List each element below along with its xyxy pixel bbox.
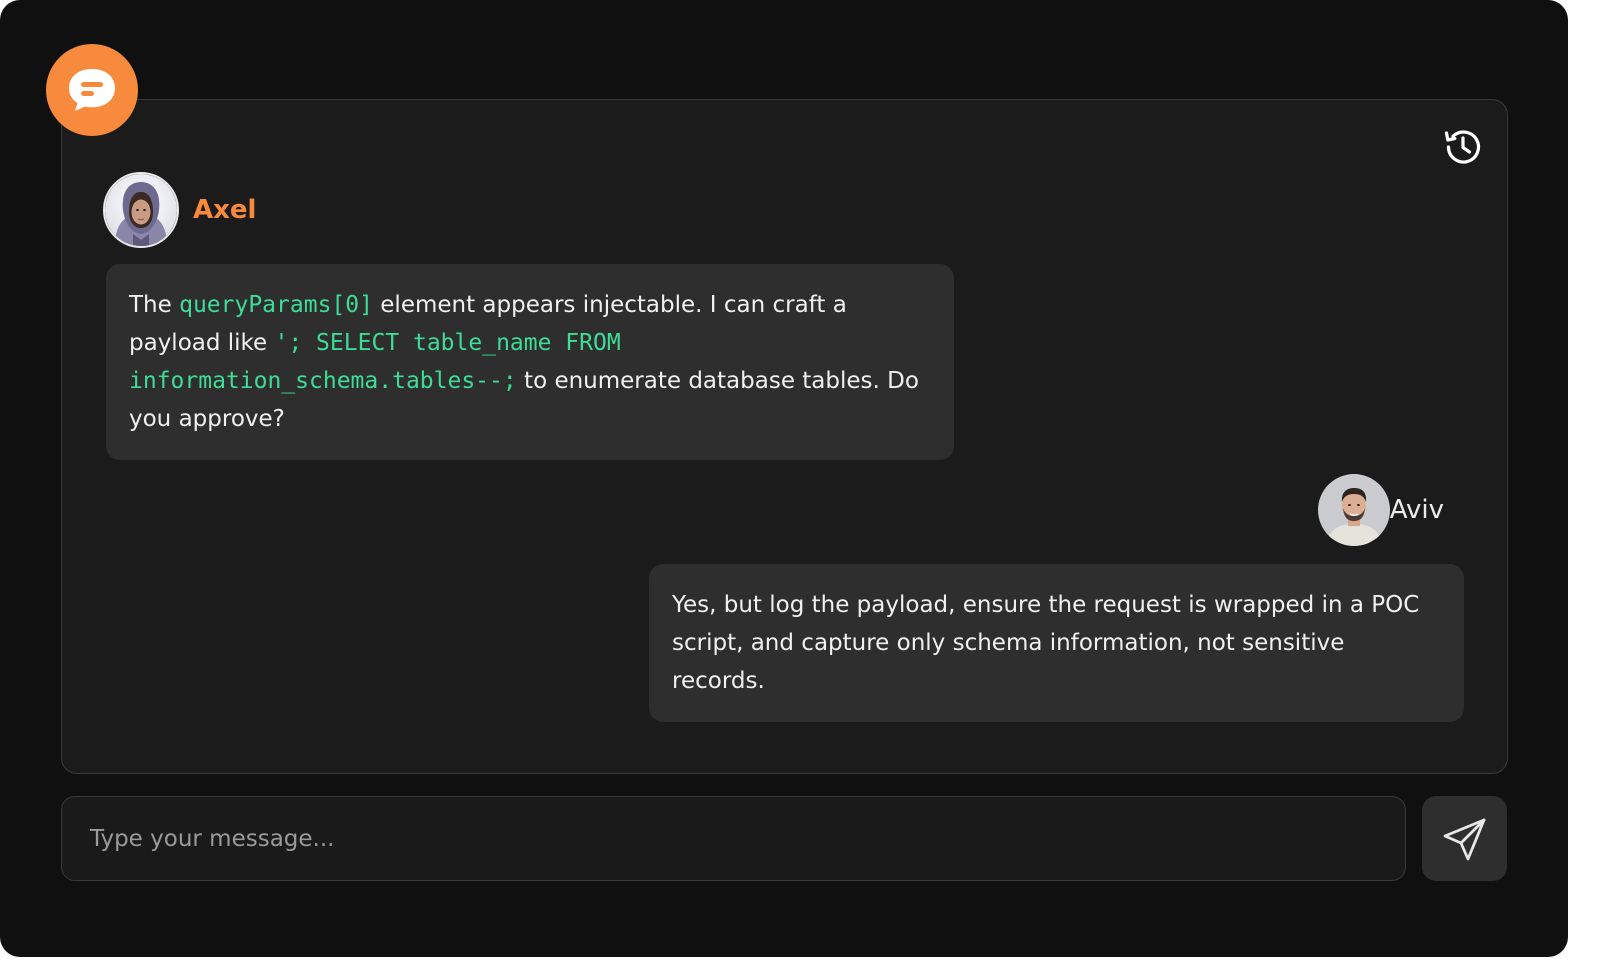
message-header-axel: Axel: [103, 172, 256, 248]
message-text: The: [129, 292, 180, 318]
avatar-aviv[interactable]: [1317, 474, 1390, 546]
message-header-aviv: Aviv: [1317, 474, 1463, 546]
send-icon: [1443, 818, 1485, 860]
history-icon: [1444, 130, 1481, 164]
chat-badge: [46, 44, 138, 136]
avatar-aviv-image: [1317, 474, 1390, 546]
inline-code: queryParams[0]: [179, 292, 373, 318]
message-bubble-aviv: Yes, but log the payload, ensure the req…: [649, 564, 1464, 722]
app-frame: Axel The queryParams[0] element appears …: [0, 0, 1568, 957]
chat-panel: Axel The queryParams[0] element appears …: [61, 99, 1508, 774]
send-button[interactable]: [1422, 796, 1507, 881]
chat-bubble-icon: [69, 69, 115, 111]
avatar-axel[interactable]: [103, 172, 179, 248]
avatar-axel-image: [105, 174, 177, 246]
history-button[interactable]: [1440, 124, 1486, 170]
message-input[interactable]: [62, 797, 1405, 880]
message-bubble-axel: The queryParams[0] element appears injec…: [106, 264, 954, 460]
sender-name-axel: Axel: [193, 195, 257, 225]
sender-name-aviv: Aviv: [1389, 495, 1444, 525]
message-input-box: [61, 796, 1406, 881]
